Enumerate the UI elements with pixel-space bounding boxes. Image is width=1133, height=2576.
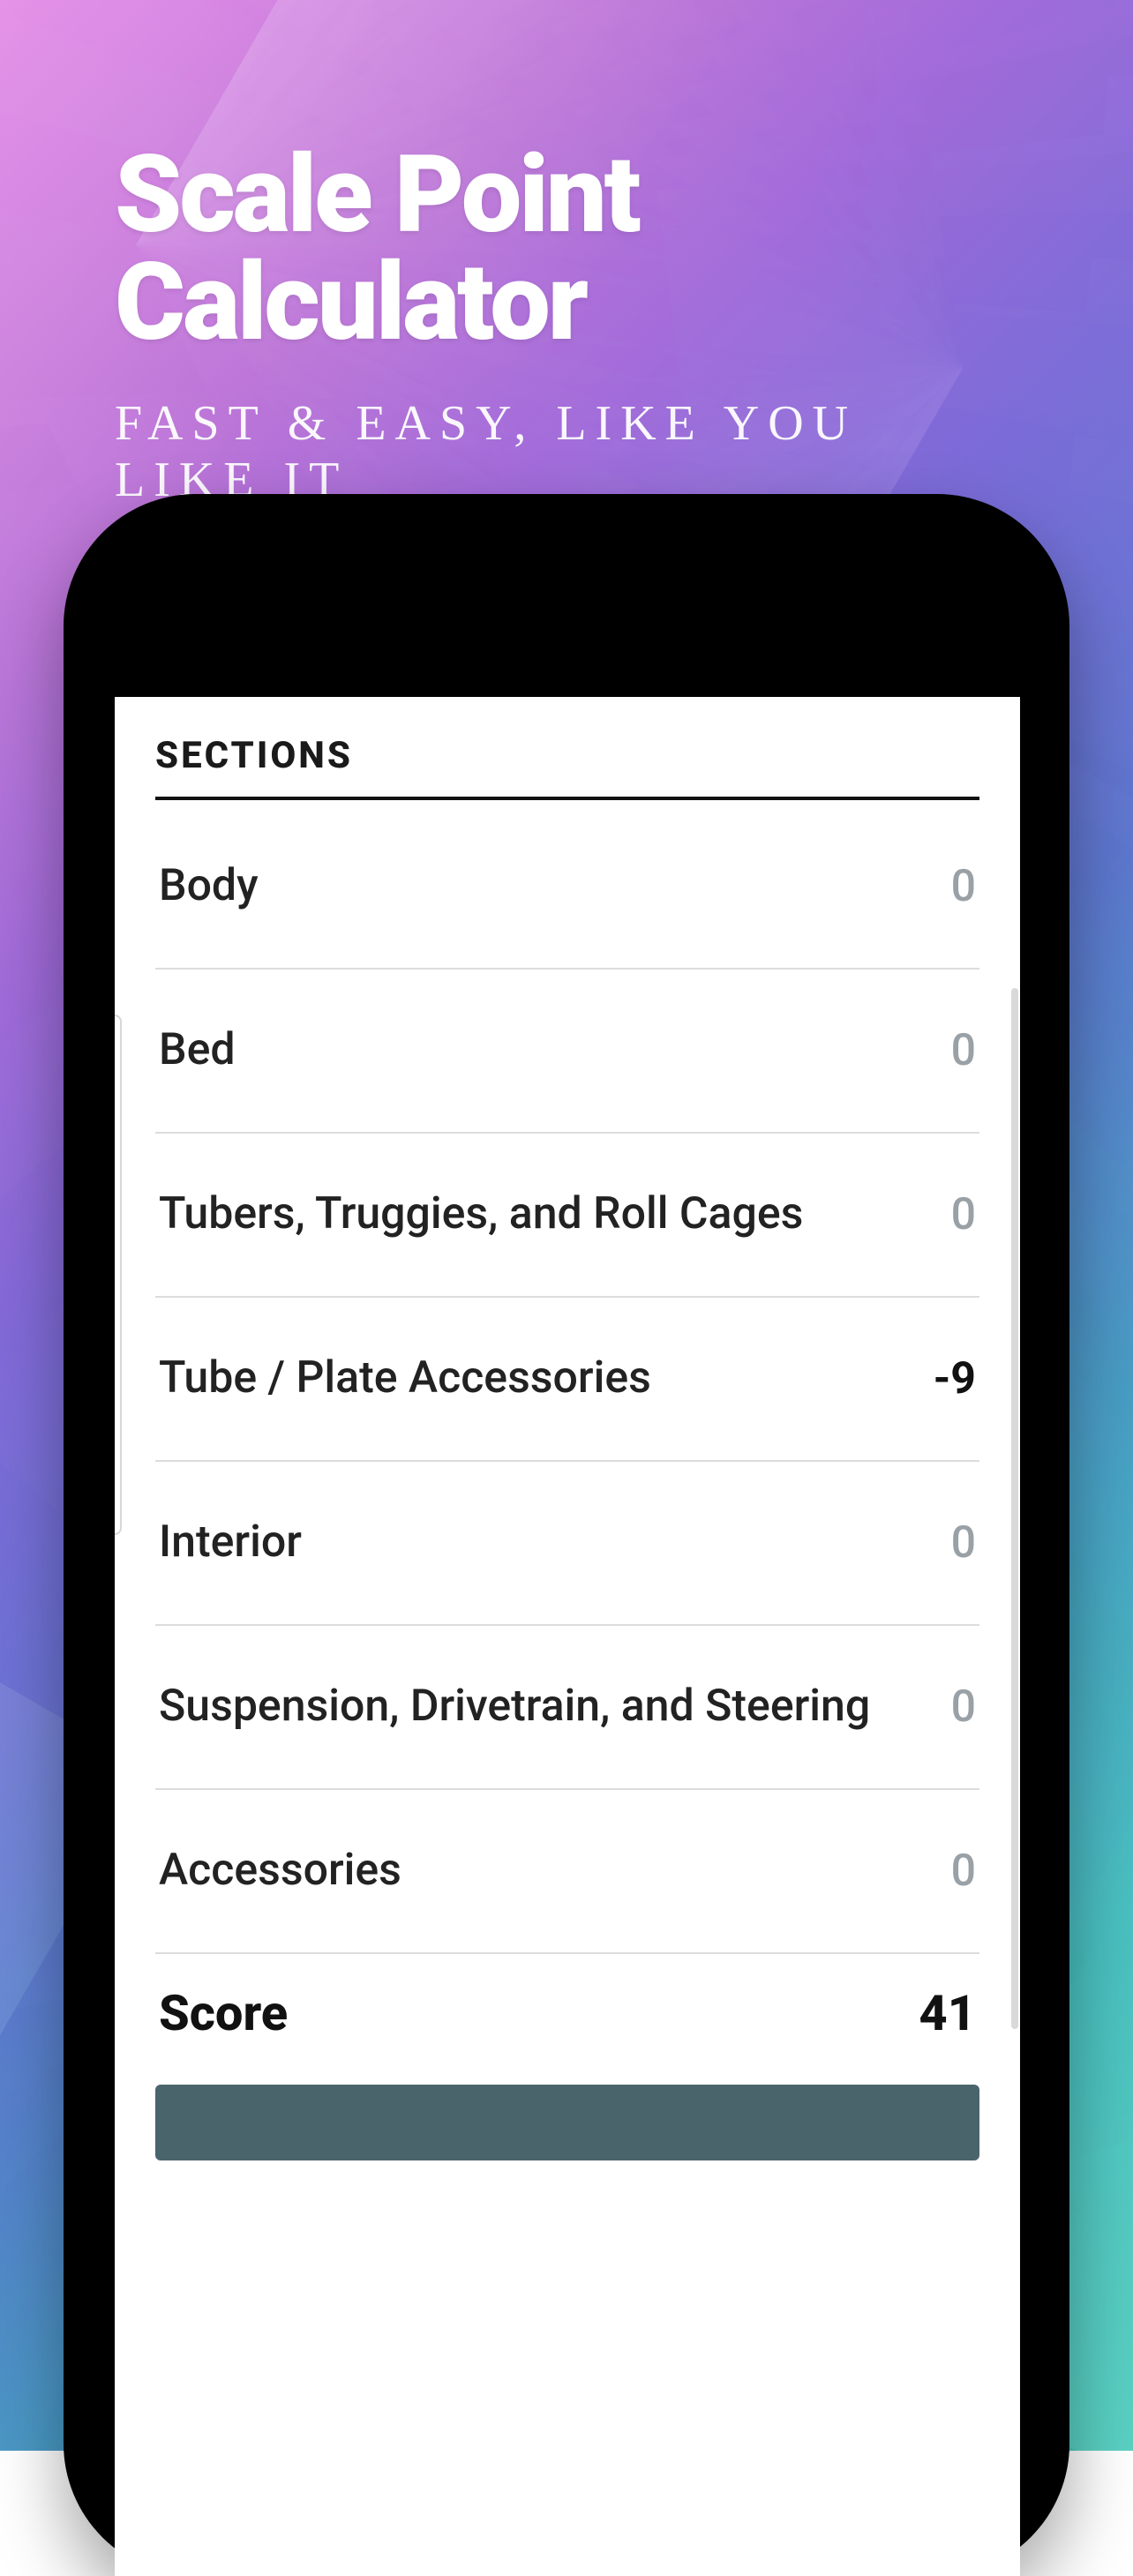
section-row[interactable]: Tube / Plate Accessories -9 (155, 1298, 979, 1462)
hero-tagline: FAST & EASY, LIKE YOU LIKE IT (115, 395, 1018, 508)
phone-screen: SECTIONS Body0Bed0Tubers, Truggies, and … (115, 697, 1020, 2576)
section-row-label: Tube / Plate Accessories (159, 1353, 678, 1404)
drawer-edge-handle[interactable] (115, 1015, 122, 1535)
hero-title: Scale Point Calculator (115, 141, 1018, 356)
section-row-label: Bed (159, 1025, 262, 1076)
phone-device-frame: SECTIONS Body0Bed0Tubers, Truggies, and … (64, 494, 1069, 2576)
section-row-value: 0 (914, 1517, 976, 1569)
section-row[interactable]: Interior 0 (155, 1462, 979, 1626)
section-row-label: Accessories (159, 1846, 428, 1897)
score-row: Score 41 (155, 1954, 979, 2078)
section-row[interactable]: Suspension, Drivetrain, and Steering 0 (155, 1626, 979, 1790)
score-label: Score (159, 1984, 288, 2042)
section-row-value: 0 (914, 1681, 976, 1733)
hero-block: Scale Point Calculator FAST & EASY, LIKE… (0, 141, 1133, 508)
primary-action-button[interactable] (155, 2085, 979, 2160)
section-row-value: -9 (914, 1353, 976, 1404)
section-row-value: 0 (914, 1189, 976, 1240)
section-row-label: Interior (159, 1517, 328, 1569)
section-row[interactable]: Body 0 (155, 805, 979, 970)
section-row-label: Tubers, Truggies, and Roll Cages (159, 1189, 829, 1240)
sections-header: SECTIONS (155, 734, 979, 800)
scrollbar[interactable] (1011, 988, 1018, 2029)
section-row-label: Suspension, Drivetrain, and Steering (159, 1681, 897, 1733)
section-row[interactable]: Accessories 0 (155, 1790, 979, 1954)
section-row-value: 0 (914, 1846, 976, 1897)
section-row[interactable]: Bed 0 (155, 970, 979, 1134)
section-row-label: Body (159, 861, 285, 912)
score-value: 41 (919, 1984, 976, 2042)
section-row-value: 0 (914, 1025, 976, 1076)
section-row[interactable]: Tubers, Truggies, and Roll Cages 0 (155, 1134, 979, 1298)
section-row-value: 0 (914, 861, 976, 912)
sections-list: Body0Bed0Tubers, Truggies, and Roll Cage… (155, 805, 979, 1954)
